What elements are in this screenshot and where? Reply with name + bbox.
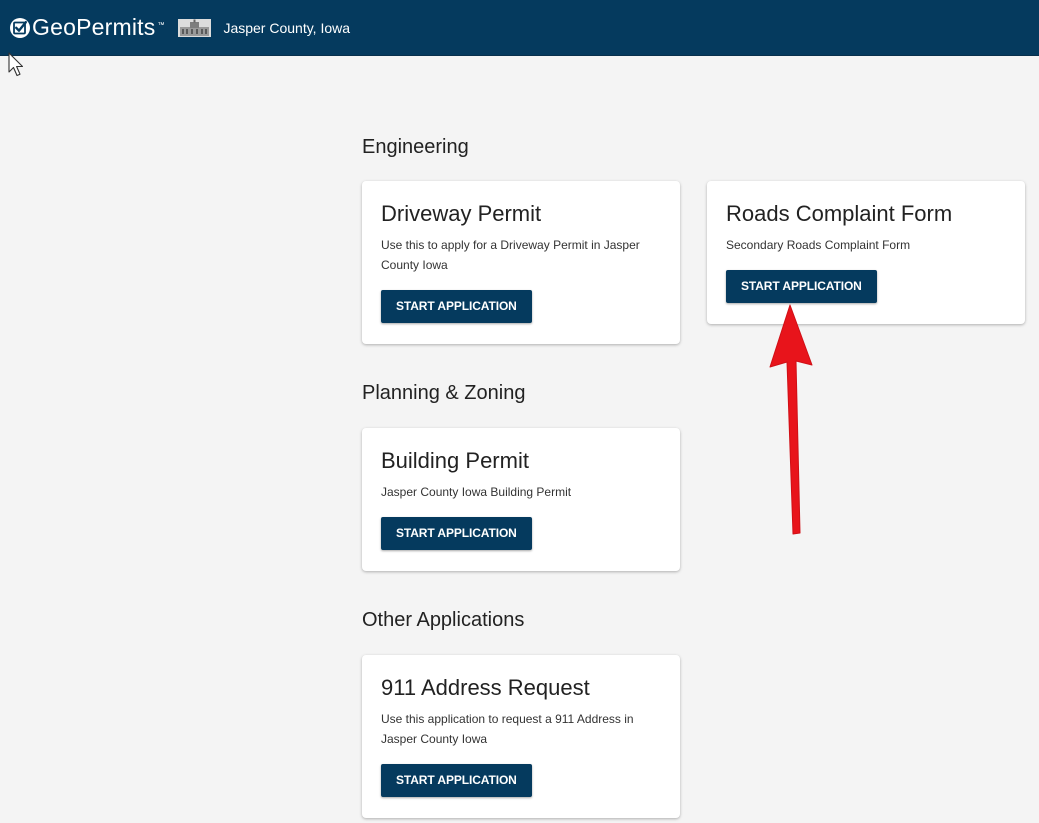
geopermits-logo-icon	[10, 17, 30, 38]
card-driveway-permit: Driveway Permit Use this to apply for a …	[362, 181, 680, 344]
start-application-button-driveway[interactable]: START APPLICATION	[381, 290, 532, 323]
card-911-address-request: 911 Address Request Use this application…	[362, 655, 680, 818]
card-roads-complaint-form: Roads Complaint Form Secondary Roads Com…	[707, 181, 1025, 324]
card-building-permit: Building Permit Jasper County Iowa Build…	[362, 428, 680, 571]
card-title: 911 Address Request	[381, 675, 590, 700]
brand-logo[interactable]: GeoPermits ™	[9, 16, 164, 39]
county-seal-icon	[178, 18, 212, 37]
start-application-button-building[interactable]: START APPLICATION	[381, 517, 532, 550]
trademark-symbol: ™	[157, 22, 165, 29]
card-title: Building Permit	[381, 448, 529, 473]
start-application-button-roads-complaint[interactable]: START APPLICATION	[726, 270, 877, 303]
red-arrow-annotation	[769, 304, 813, 535]
section-title-planning-zoning: Planning & Zoning	[362, 382, 526, 404]
card-description: Use this to apply for a Driveway Permit …	[381, 238, 640, 272]
top-navbar: GeoPermits ™ Jasper County, Iowa	[0, 0, 1039, 56]
card-title: Roads Complaint Form	[726, 201, 953, 226]
card-description: Jasper County Iowa Building Permit	[381, 485, 572, 499]
app-name: GeoPermits	[32, 14, 156, 40]
start-application-button-911-address[interactable]: START APPLICATION	[381, 764, 532, 797]
section-title-engineering: Engineering	[362, 136, 469, 158]
county-name: Jasper County, Iowa	[223, 19, 351, 36]
card-description: Secondary Roads Complaint Form	[726, 238, 911, 252]
card-title: Driveway Permit	[381, 201, 542, 226]
mouse-cursor-icon	[8, 52, 24, 77]
section-title-other-applications: Other Applications	[362, 609, 525, 631]
card-description: Use this application to request a 911 Ad…	[381, 712, 634, 746]
